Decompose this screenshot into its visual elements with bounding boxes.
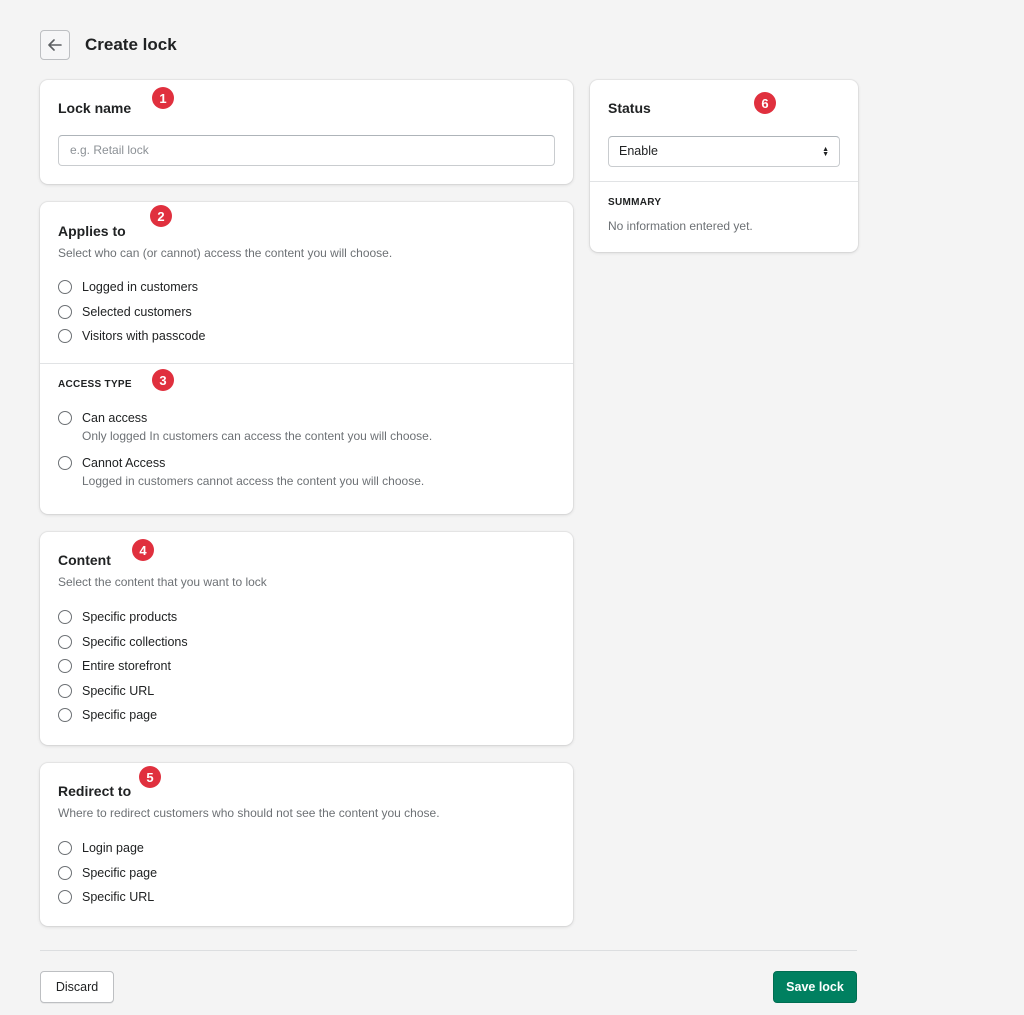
radio-option[interactable]: Specific collections — [58, 630, 188, 655]
lock-name-card: Lock name 1 e.g. Retail lock — [40, 80, 573, 184]
content-card: Content 4 Select the content that you wa… — [40, 532, 573, 745]
card-divider — [40, 363, 573, 364]
radio-button[interactable] — [58, 304, 72, 319]
radio-help-text: Only logged In customers can access the … — [82, 429, 433, 443]
radio-button[interactable] — [58, 708, 72, 723]
radio-label: Selected customers — [82, 304, 192, 319]
card-divider — [590, 181, 858, 182]
radio-option[interactable]: Logged in customers — [58, 275, 205, 300]
applies-to-subtitle: Select who can (or cannot) access the co… — [58, 246, 393, 260]
radio-option[interactable]: Can access — [58, 408, 432, 428]
radio-option[interactable]: Specific URL — [58, 679, 188, 704]
radio-button[interactable] — [58, 659, 72, 674]
step-badge-4: 4 — [132, 539, 154, 561]
summary-text: No information entered yet. — [608, 219, 753, 233]
radio-button[interactable] — [58, 841, 72, 856]
radio-button[interactable] — [58, 280, 72, 295]
save-lock-button[interactable]: Save lock — [773, 971, 857, 1003]
redirect-options: Login page Specific page Specific URL — [58, 836, 157, 910]
content-subtitle: Select the content that you want to lock — [58, 575, 267, 589]
step-badge-3: 3 — [152, 369, 174, 391]
radio-button[interactable] — [58, 890, 72, 905]
content-options: Specific products Specific collections E… — [58, 605, 188, 728]
radio-button[interactable] — [58, 456, 72, 470]
status-title: Status — [608, 100, 651, 116]
redirect-subtitle: Where to redirect customers who should n… — [58, 806, 440, 820]
access-type-label: ACCESS TYPE — [58, 379, 132, 390]
access-type-options: Can access Only logged In customers can … — [58, 408, 432, 498]
redirect-title: Redirect to — [58, 783, 132, 799]
radio-button[interactable] — [58, 610, 72, 625]
radio-label: Specific collections — [82, 634, 188, 649]
radio-button[interactable] — [58, 865, 72, 880]
step-badge-1: 1 — [152, 87, 174, 109]
redirect-card: Redirect to 5 Where to redirect customer… — [40, 763, 573, 926]
radio-label: Visitors with passcode — [82, 329, 206, 344]
step-badge-2: 2 — [150, 205, 172, 227]
radio-option[interactable]: Specific page — [58, 861, 157, 886]
back-button[interactable] — [40, 30, 70, 60]
page-header: Create lock — [40, 30, 177, 60]
radio-label: Cannot Access — [82, 456, 166, 470]
radio-label: Specific page — [82, 865, 158, 880]
applies-to-card: Applies to 2 Select who can (or cannot) … — [40, 202, 573, 514]
radio-option[interactable]: Login page — [58, 836, 157, 861]
radio-help-text: Logged in customers cannot access the co… — [82, 474, 425, 488]
radio-label: Specific products — [82, 610, 178, 625]
radio-label: Logged in customers — [82, 280, 199, 295]
content-title: Content — [58, 552, 111, 568]
radio-label: Can access — [82, 411, 148, 425]
radio-label: Specific URL — [82, 890, 155, 905]
applies-to-title: Applies to — [58, 223, 126, 239]
radio-label: Login page — [82, 841, 144, 856]
radio-option[interactable]: Entire storefront — [58, 654, 188, 679]
applies-to-options: Logged in customers Selected customers V… — [58, 275, 205, 349]
radio-option[interactable]: Specific URL — [58, 885, 157, 910]
radio-label: Specific page — [82, 708, 158, 723]
summary-label: SUMMARY — [608, 197, 662, 208]
page-title: Create lock — [85, 35, 177, 54]
status-select-value: Enable — [619, 144, 658, 158]
step-badge-5: 5 — [139, 766, 161, 788]
radio-option[interactable]: Visitors with passcode — [58, 324, 205, 349]
status-select[interactable]: Enable ▲ ▼ — [608, 136, 840, 167]
radio-label: Specific URL — [82, 683, 155, 698]
radio-button[interactable] — [58, 411, 72, 425]
radio-option[interactable]: Specific products — [58, 605, 188, 630]
radio-button[interactable] — [58, 329, 72, 344]
footer-divider — [40, 950, 857, 951]
radio-option[interactable]: Specific page — [58, 703, 188, 728]
radio-button[interactable] — [58, 683, 72, 698]
lock-name-input[interactable]: e.g. Retail lock — [58, 135, 555, 166]
radio-option[interactable]: Cannot Access — [58, 453, 432, 473]
discard-button[interactable]: Discard — [40, 971, 114, 1003]
arrow-left-icon — [48, 39, 62, 51]
radio-label: Entire storefront — [82, 659, 171, 674]
select-arrows-icon: ▲ ▼ — [822, 145, 829, 158]
radio-button[interactable] — [58, 634, 72, 649]
step-badge-6: 6 — [754, 92, 776, 114]
status-card: Status 6 Enable ▲ ▼ SUMMARY No informatio… — [590, 80, 858, 252]
radio-option[interactable]: Selected customers — [58, 300, 205, 325]
lock-name-title: Lock name — [58, 100, 132, 116]
